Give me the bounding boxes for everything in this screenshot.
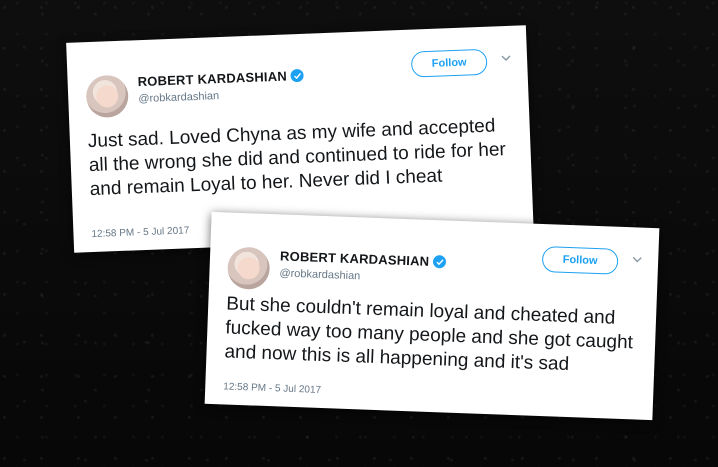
follow-button[interactable]: Follow [541, 246, 619, 275]
author-handle[interactable]: @robkardashian [279, 267, 360, 282]
verified-badge-icon [290, 68, 305, 83]
verified-badge-icon [433, 255, 447, 269]
tweet-text: But she couldn't remain loyal and cheate… [224, 293, 634, 376]
author-handle[interactable]: @robkardashian [138, 90, 219, 105]
author-name[interactable]: ROBERT KARDASHIAN [137, 68, 287, 89]
tweet-timestamp[interactable]: 12:58 PM - 5 Jul 2017 [223, 381, 321, 396]
chevron-down-icon[interactable] [632, 255, 642, 263]
tweet-text: Just sad. Loved Chyna as my wife and acc… [87, 115, 507, 201]
avatar[interactable] [85, 74, 130, 119]
author-name[interactable]: ROBERT KARDASHIAN [280, 248, 430, 268]
avatar[interactable] [226, 246, 271, 291]
tweet-card: ROBERT KARDASHIAN @robkardashian Follow … [204, 211, 660, 421]
author-row: ROBERT KARDASHIAN [280, 248, 447, 269]
author-row: ROBERT KARDASHIAN [137, 68, 305, 89]
follow-button[interactable]: Follow [410, 48, 488, 78]
tweet-timestamp[interactable]: 12:58 PM - 5 Jul 2017 [91, 225, 189, 240]
chevron-down-icon[interactable] [501, 54, 511, 62]
